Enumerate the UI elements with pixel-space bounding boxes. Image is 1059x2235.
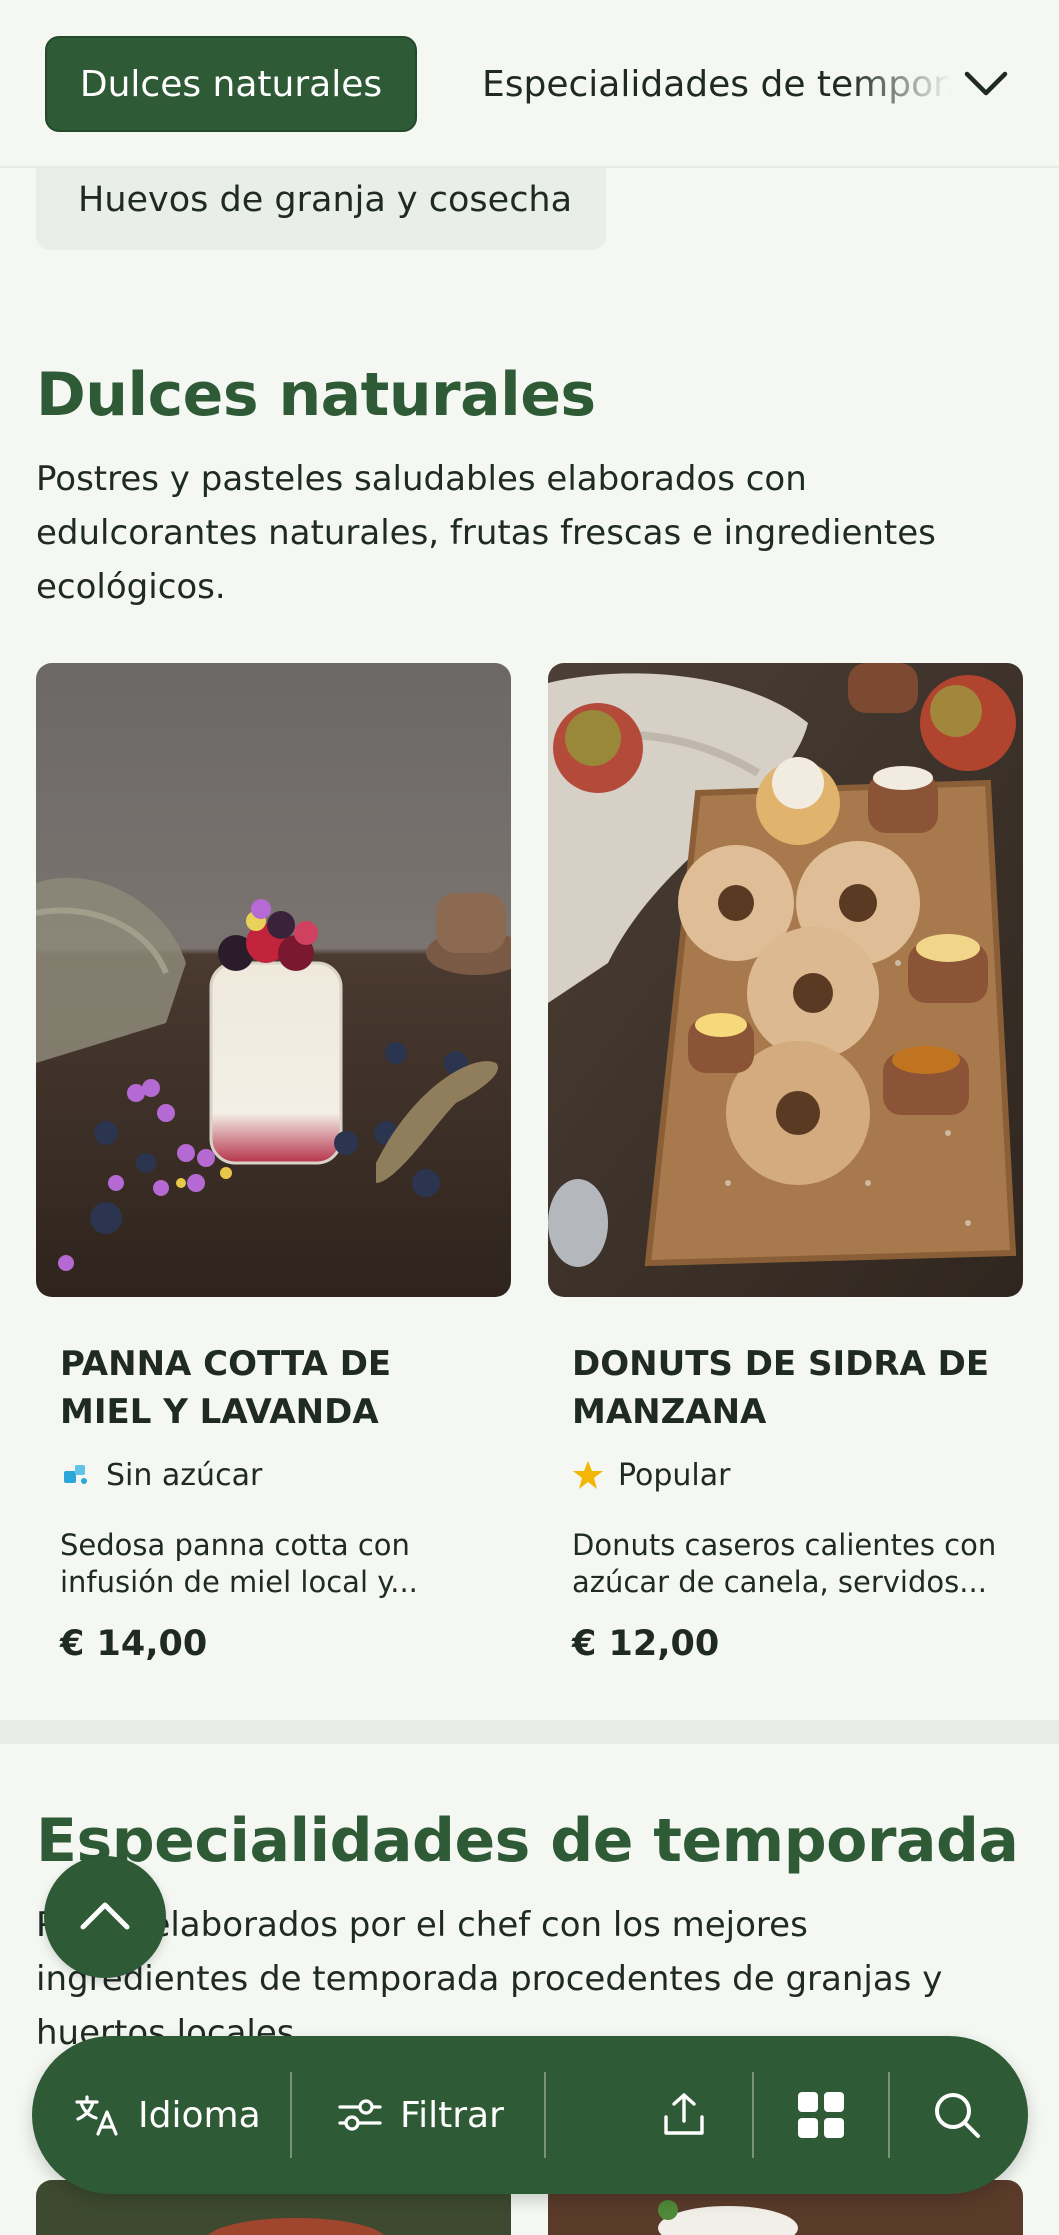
search-icon	[932, 2090, 982, 2140]
filter-button[interactable]: Filtrar	[338, 2036, 504, 2194]
bottom-toolbar: Idioma Filtrar	[32, 2036, 1028, 2194]
language-button[interactable]: Idioma	[74, 2036, 261, 2194]
sugar-free-icon	[60, 1459, 92, 1491]
toolbar-separator	[888, 2072, 890, 2158]
grid-view-icon	[796, 2090, 846, 2140]
chevron-down-icon[interactable]	[958, 56, 1014, 112]
product-description: Donuts caseros calientes con azúcar de c…	[572, 1528, 997, 1599]
product-description: Sedosa panna cotta con infusión de miel …	[60, 1528, 418, 1599]
toolbar-separator	[752, 2072, 754, 2158]
scroll-top-button[interactable]	[44, 1856, 166, 1978]
menu-page: Dulces naturales Especialidades de tempo…	[0, 0, 1059, 2235]
share-button[interactable]	[660, 2036, 708, 2194]
category-tab-dulces-naturales[interactable]: Dulces naturales	[45, 36, 417, 132]
product-image-panna-cotta[interactable]	[36, 663, 511, 1297]
share-icon	[660, 2091, 708, 2139]
toolbar-separator	[544, 2072, 546, 2158]
section-description-especialidades: Platos elaborados por el chef con los me…	[36, 1905, 943, 2050]
product-image-donuts[interactable]	[548, 663, 1023, 1297]
star-icon	[572, 1459, 604, 1491]
chevron-up-icon	[79, 1899, 131, 1935]
category-bar: Dulces naturales Especialidades de tempo…	[0, 0, 1059, 168]
grid-view-button[interactable]	[796, 2036, 846, 2194]
section-description-dulces: Postres y pasteles saludables elaborados…	[36, 459, 936, 607]
product-badge: Sin azúcar	[60, 1453, 262, 1497]
product-title[interactable]: DONUTS DE SIDRA DE MANZANA	[572, 1340, 1002, 1436]
section-divider	[0, 1720, 1059, 1744]
product-price: € 14,00	[60, 1624, 208, 1664]
filter-icon	[338, 2097, 382, 2133]
section-title-dulces: Dulces naturales	[36, 360, 596, 430]
category-tab-especialidades[interactable]: Especialidades de temporada	[482, 36, 952, 132]
language-label: Idioma	[138, 2094, 261, 2136]
product-badge: Popular	[572, 1453, 731, 1497]
product-badge-label: Popular	[618, 1457, 731, 1493]
toolbar-separator	[290, 2072, 292, 2158]
filter-label: Filtrar	[400, 2094, 504, 2136]
translate-icon	[74, 2094, 120, 2136]
product-badge-label: Sin azúcar	[106, 1457, 263, 1493]
section-title-especialidades: Especialidades de temporada	[36, 1806, 1019, 1876]
product-price: € 12,00	[572, 1624, 720, 1664]
product-title[interactable]: PANNA COTTA DE MIEL Y LAVANDA	[60, 1340, 490, 1436]
search-button[interactable]	[932, 2036, 982, 2194]
